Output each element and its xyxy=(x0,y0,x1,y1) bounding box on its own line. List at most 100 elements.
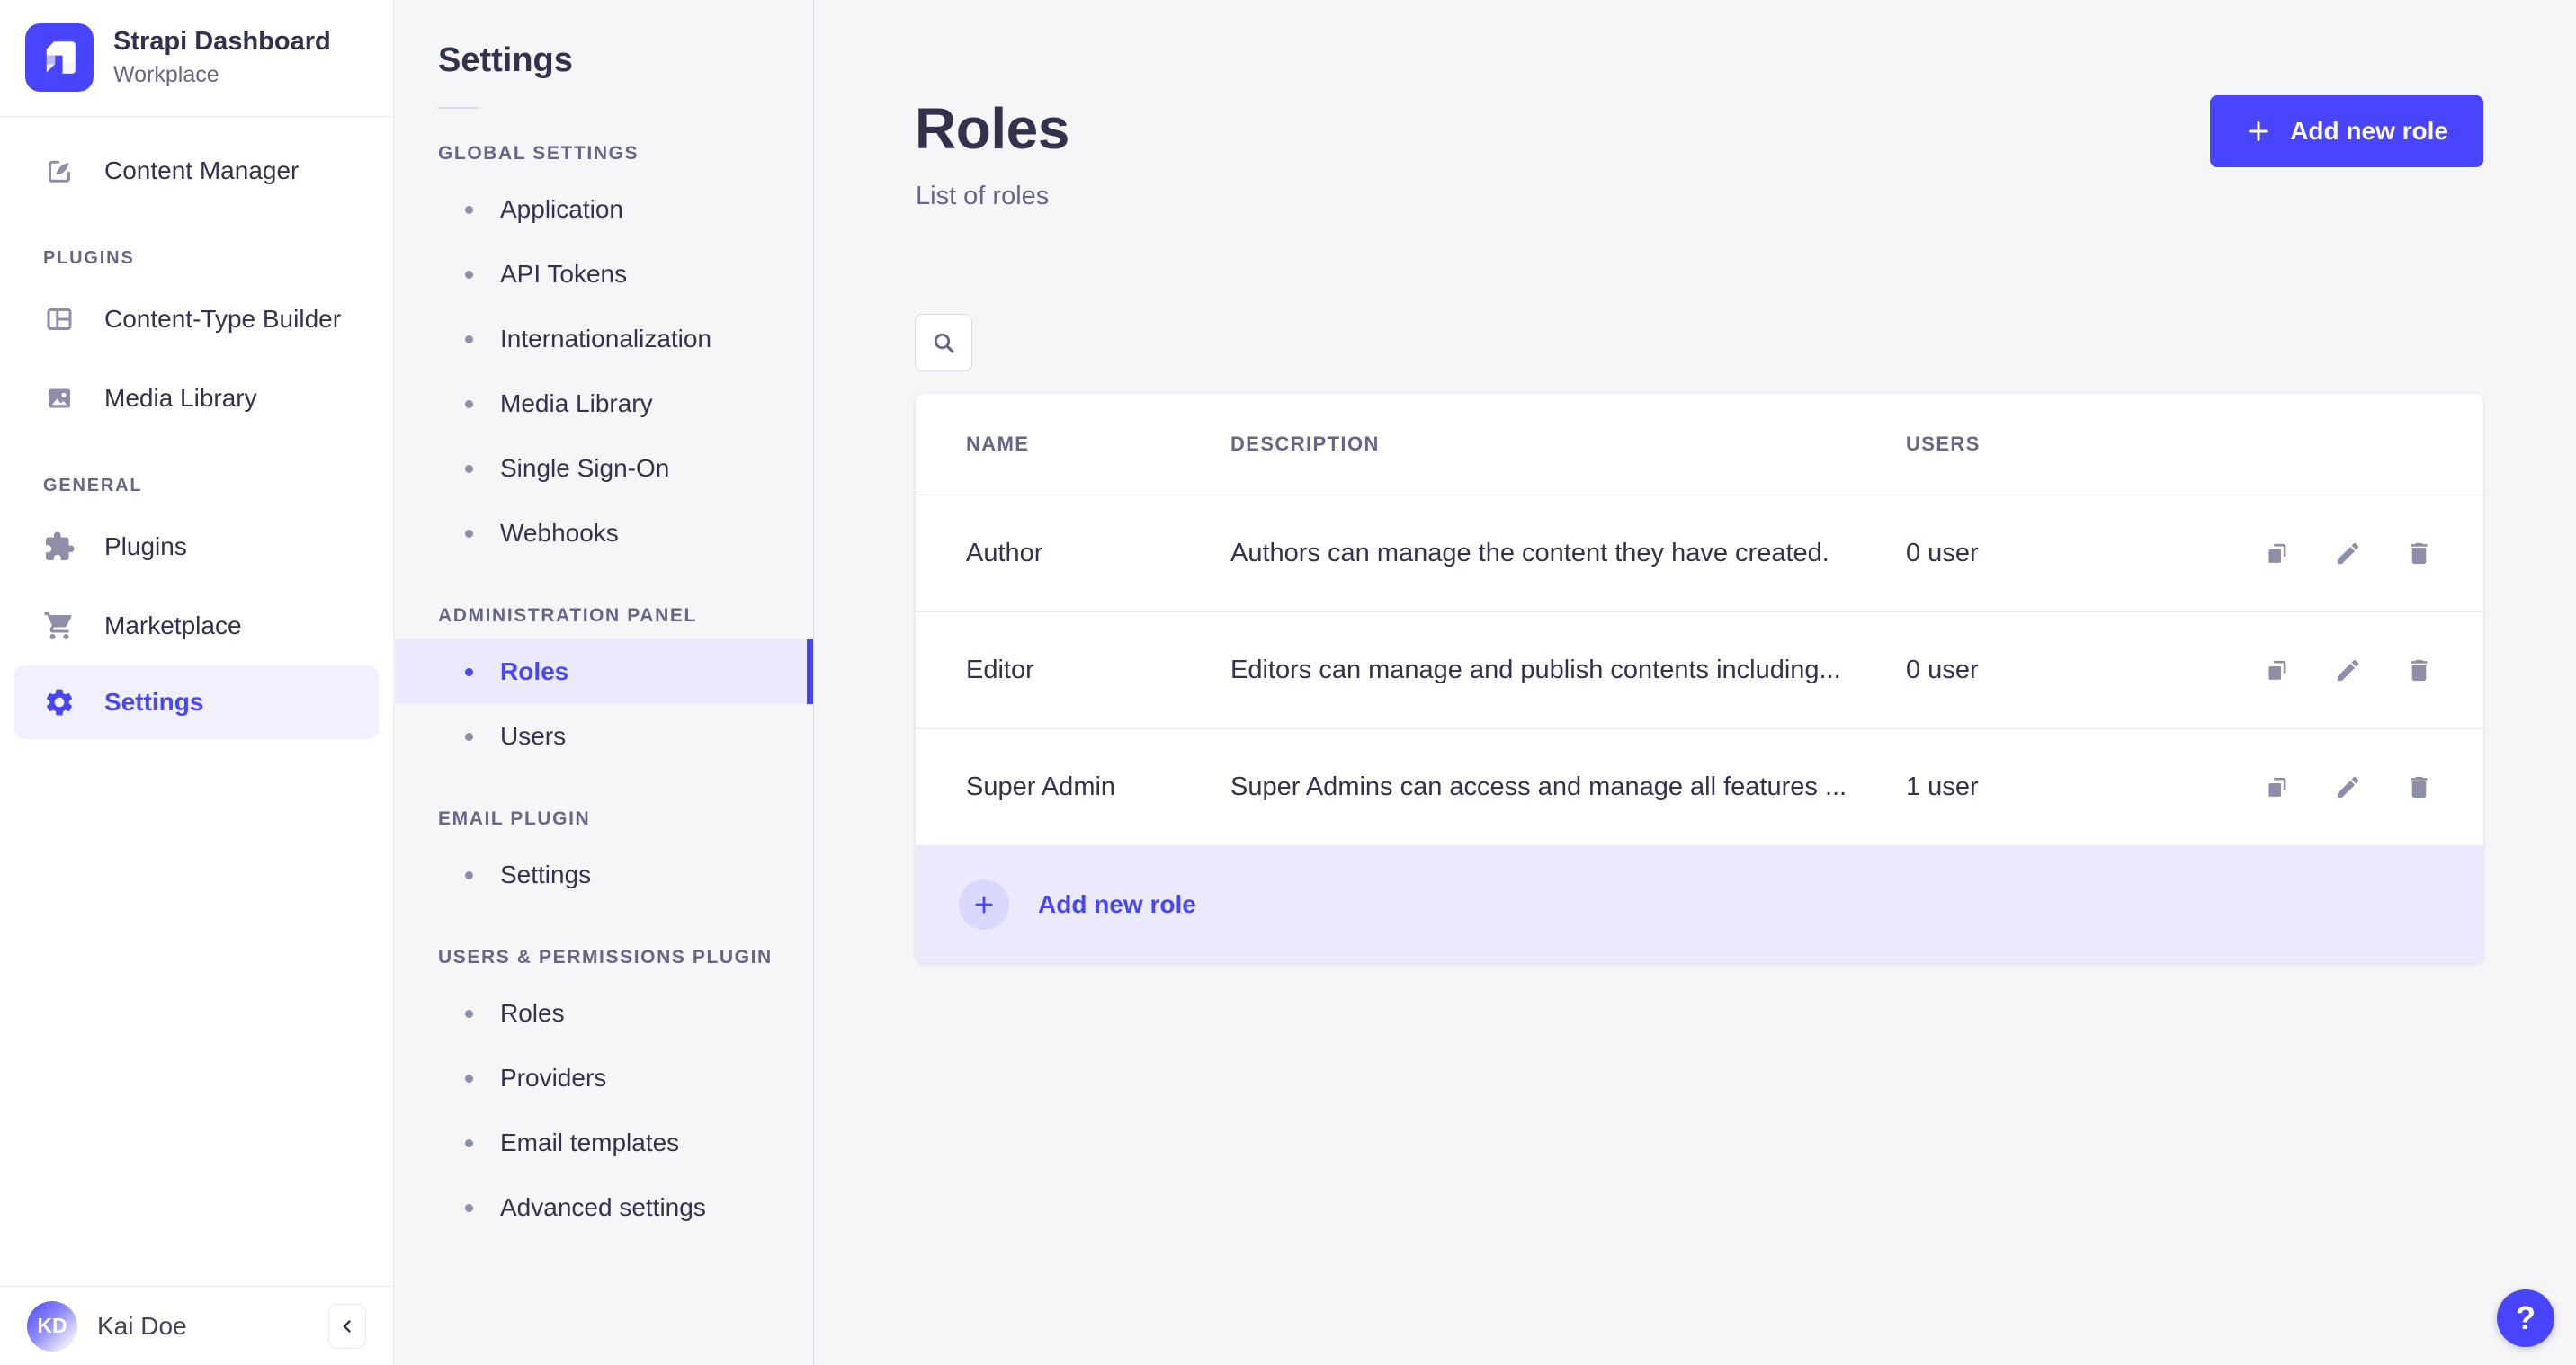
sidebar-item-marketplace[interactable]: Marketplace xyxy=(0,586,393,665)
main-content: Roles List of roles Add new role NAME DE… xyxy=(815,0,2576,1365)
sidebar-item-content-type-builder[interactable]: Content-Type Builder xyxy=(0,280,393,359)
delete-role-button[interactable] xyxy=(2405,540,2433,567)
subnav-item-application[interactable]: Application xyxy=(395,177,813,242)
bullet-icon xyxy=(465,205,473,214)
bullet-icon xyxy=(465,870,473,879)
role-name: Editor xyxy=(966,656,1034,684)
trash-icon xyxy=(2411,659,2428,682)
plus-icon xyxy=(975,896,993,914)
subnav-item-single-sign-on[interactable]: Single Sign-On xyxy=(395,436,813,501)
media-library-icon xyxy=(49,388,70,408)
table-header-row: NAME DESCRIPTION USERS xyxy=(916,394,2483,495)
subnav-item-internationalization[interactable]: Internationalization xyxy=(395,307,813,371)
workspace-name: Workplace xyxy=(113,61,219,87)
subnav-item-label: Providers xyxy=(500,1064,607,1092)
content-manager-icon xyxy=(49,160,70,183)
edit-role-button[interactable] xyxy=(2334,773,2362,801)
plus-icon xyxy=(2249,121,2269,141)
subnav-item-label: Settings xyxy=(500,861,592,888)
subnav-item-label: Application xyxy=(500,195,623,223)
help-button[interactable]: ? xyxy=(2497,1289,2554,1347)
sidebar-item-label: Content Manager xyxy=(104,156,300,184)
subnav-item-advanced-settings[interactable]: Advanced settings xyxy=(395,1175,813,1240)
subnav-item-label: API Tokens xyxy=(500,260,628,288)
subnav-item-label: Roles xyxy=(500,657,569,685)
sidebar-item-label: Content-Type Builder xyxy=(104,305,342,333)
subnav-item-roles-admin[interactable]: Roles xyxy=(395,639,813,704)
table-row-author: Author Authors can manage the content th… xyxy=(916,495,2483,611)
role-users-count: 1 user xyxy=(1906,772,1979,801)
main-sidebar: Strapi Dashboard Workplace Content Manag… xyxy=(0,0,394,1365)
search-button[interactable] xyxy=(915,314,972,371)
bullet-icon xyxy=(465,335,473,343)
subnav-item-webhooks[interactable]: Webhooks xyxy=(395,501,813,566)
sidebar-item-settings[interactable]: Settings xyxy=(14,665,379,739)
role-description: Editors can manage and publish contents … xyxy=(1230,656,1841,684)
duplicate-role-button[interactable] xyxy=(2263,656,2291,684)
add-new-role-button[interactable]: Add new role xyxy=(2210,95,2483,167)
subnav-section-global-settings: GLOBAL SETTINGS xyxy=(438,143,640,164)
sidebar-item-label: Plugins xyxy=(104,532,187,560)
column-header-name: NAME xyxy=(966,433,1030,455)
bullet-icon xyxy=(465,1203,473,1212)
duplicate-role-button[interactable] xyxy=(2263,540,2291,567)
role-users-count: 0 user xyxy=(1906,656,1979,684)
question-mark-icon: ? xyxy=(2516,1299,2536,1336)
sidebar-item-content-manager[interactable]: Content Manager xyxy=(0,131,393,210)
subnav-item-label: Media Library xyxy=(500,389,653,417)
puzzle-icon xyxy=(46,531,75,560)
bullet-icon xyxy=(465,464,473,473)
app-title: Strapi Dashboard xyxy=(113,27,331,57)
footer-add-label: Add new role xyxy=(1038,890,1196,918)
row-actions xyxy=(2223,540,2433,567)
pencil-icon xyxy=(2337,659,2359,682)
subnav-item-label: Users xyxy=(500,722,567,750)
subnav-item-label: Email templates xyxy=(500,1129,680,1156)
sidebar-item-label: Media Library xyxy=(104,384,257,412)
subnav-item-api-tokens[interactable]: API Tokens xyxy=(395,242,813,307)
column-header-description: DESCRIPTION xyxy=(1230,433,1380,455)
subnav-item-email-settings[interactable]: Settings xyxy=(395,843,813,907)
edit-role-button[interactable] xyxy=(2334,540,2362,567)
row-actions xyxy=(2223,656,2433,684)
subnav-item-providers[interactable]: Providers xyxy=(395,1046,813,1111)
edit-role-button[interactable] xyxy=(2334,656,2362,684)
add-new-role-button-label: Add new role xyxy=(2290,117,2448,145)
delete-role-button[interactable] xyxy=(2405,656,2433,684)
role-description: Authors can manage the content they have… xyxy=(1230,539,1829,567)
bullet-icon xyxy=(465,529,473,538)
page-subtitle: List of roles xyxy=(916,182,1050,210)
table-row-editor: Editor Editors can manage and publish co… xyxy=(916,611,2483,728)
subnav-item-users[interactable]: Users xyxy=(395,704,813,769)
sidebar-item-media-library[interactable]: Media Library xyxy=(0,359,393,438)
subnav-item-roles-up[interactable]: Roles xyxy=(395,981,813,1046)
subnav-item-label: Webhooks xyxy=(500,519,619,547)
collapse-sidebar-button[interactable] xyxy=(328,1303,366,1349)
bullet-icon xyxy=(465,399,473,408)
content-type-builder-icon xyxy=(47,308,72,330)
magnifier-icon xyxy=(934,333,954,353)
settings-subnav: Settings GLOBAL SETTINGS Application API… xyxy=(395,0,814,1365)
role-users-count: 0 user xyxy=(1906,539,1979,567)
strapi-logo-icon xyxy=(25,23,94,92)
subnav-item-email-templates[interactable]: Email templates xyxy=(395,1111,813,1175)
duplicate-role-button[interactable] xyxy=(2263,773,2291,801)
plus-circle xyxy=(959,879,1009,930)
bullet-icon xyxy=(465,1009,473,1018)
subnav-divider xyxy=(438,107,479,109)
sidebar-section-plugins: PLUGINS xyxy=(43,248,135,268)
sidebar-item-label: Marketplace xyxy=(104,611,242,639)
sidebar-item-plugins[interactable]: Plugins xyxy=(0,507,393,586)
sidebar-nav: Content Manager PLUGINS Content-Type Bui… xyxy=(0,117,393,739)
subnav-item-media-library[interactable]: Media Library xyxy=(395,371,813,436)
role-name: Author xyxy=(966,539,1043,567)
delete-role-button[interactable] xyxy=(2405,773,2433,801)
copy-icon xyxy=(2268,660,2286,680)
bullet-icon xyxy=(465,1074,473,1083)
copy-icon xyxy=(2268,543,2286,563)
subnav-section-email-plugin: EMAIL PLUGIN xyxy=(438,808,591,829)
bullet-icon xyxy=(465,1138,473,1147)
add-new-role-footer-button[interactable]: Add new role xyxy=(916,845,2483,963)
subnav-item-label: Roles xyxy=(500,999,565,1027)
table-row-super-admin: Super Admin Super Admins can access and … xyxy=(916,728,2483,845)
